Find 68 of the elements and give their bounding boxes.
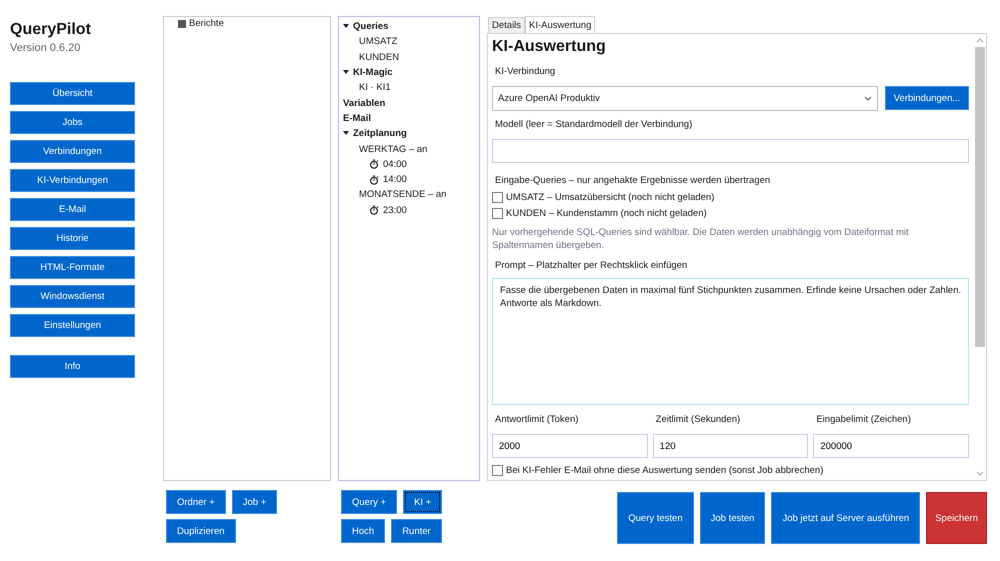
nav-button[interactable]: E-Mail [10, 198, 135, 221]
limit-field[interactable]: 2000 [492, 434, 648, 458]
nav-button[interactable]: HTML-Formate [10, 256, 135, 279]
query-checkbox[interactable]: KUNDEN – Kundenstamm (noch nicht geladen) [492, 205, 969, 221]
nav-button[interactable]: Verbindungen [10, 140, 135, 163]
tree-group[interactable]: E-Mail [343, 112, 371, 124]
toolbar-button[interactable]: Duplizieren [166, 519, 236, 543]
action-button[interactable]: Query testen [617, 492, 694, 544]
action-button[interactable]: Job jetzt auf Server ausführen [771, 492, 920, 544]
chevron-up-icon[interactable] [976, 38, 984, 43]
toolbar-button[interactable]: KI + [403, 490, 442, 514]
expand-arrow-icon[interactable] [343, 70, 349, 76]
nav-button[interactable]: Übersicht [10, 82, 135, 105]
connection-dropdown[interactable]: Azure OpenAI Produktiv [492, 86, 878, 111]
info-button[interactable]: Info [10, 355, 135, 378]
stopwatch-icon [369, 174, 379, 185]
limit-field[interactable]: 200000 [813, 434, 970, 458]
stopwatch-icon [369, 159, 379, 170]
app-title: QueryPilot [10, 21, 92, 39]
stopwatch-icon [369, 205, 379, 216]
nav-button[interactable]: Historie [10, 227, 135, 250]
field-label: Eingabelimit (Zeichen) [815, 414, 912, 427]
expand-arrow-icon[interactable] [343, 24, 349, 30]
tree-item[interactable]: 04:00 [383, 158, 407, 170]
tree-item[interactable]: WERKTAG – an [359, 144, 428, 155]
model-field[interactable] [492, 139, 969, 163]
folder-icon [178, 20, 186, 28]
version-label: Version 0.6.20 [10, 42, 82, 54]
tree-group[interactable]: Variablen [343, 98, 386, 109]
field-label: Prompt – Platzhalter per Rechtsklick einfügen [494, 260, 688, 273]
tree-item[interactable]: UMSATZ [359, 36, 398, 48]
chevron-down-icon[interactable] [976, 471, 984, 476]
section-heading: KI-Auswertung [492, 38, 607, 56]
tree-item[interactable]: 23:00 [383, 204, 407, 216]
toolbar-button[interactable]: Ordner + [166, 490, 226, 514]
prompt-field[interactable]: Fasse die übergebenen Daten in maximal fünf Stichpunkten zusammen. Erfinde keine Ursachen oder Zahlen. Antworte als Markdown. [492, 278, 969, 405]
nav-button[interactable]: Jobs [10, 111, 135, 134]
tree-item[interactable]: Berichte [178, 18, 316, 29]
tree-item[interactable]: MONATSENDE – an [359, 189, 446, 200]
action-button[interactable]: Job testen [700, 492, 766, 544]
field-label: Antwortlimit (Token) [494, 414, 580, 427]
field-label: Modell (leer = Standardmodell der Verbindung) [494, 119, 694, 132]
toolbar-button[interactable]: Query + [341, 490, 398, 514]
toolbar-button[interactable]: Job + [232, 490, 278, 514]
chevron-down-icon [864, 96, 872, 101]
field-label: Zeitlimit (Sekunden) [654, 414, 742, 427]
tree-item[interactable]: 14:00 [383, 174, 407, 186]
tree-item[interactable]: KUNDEN [359, 52, 400, 63]
field-label: KI-Verbindung [494, 66, 556, 79]
tree-item[interactable]: KI · KI1 [359, 82, 391, 94]
tree-group[interactable]: KI-Magic [353, 67, 393, 78]
field-label: Eingabe-Queries – nur angehakte Ergebnisse werden übertragen [494, 175, 772, 188]
hint-text: Nur vorhergehende SQL-Queries sind wählbar. Die Daten werden unabhängig vom Dateiformat mit Spaltennamen übergeben. [492, 226, 910, 252]
fallback-checkbox[interactable]: Bei KI-Fehler E-Mail ohne diese Auswertung senden (sonst Job abbrechen) [492, 462, 969, 478]
expand-arrow-icon[interactable] [343, 131, 349, 136]
tree-group[interactable]: Queries [353, 21, 388, 32]
tree-group[interactable]: Zeitplanung [353, 128, 407, 140]
nav-button[interactable]: Windowsdienst [10, 285, 135, 308]
toolbar-button[interactable]: Runter [391, 519, 442, 543]
limit-field[interactable]: 120 [652, 434, 808, 458]
query-checkbox[interactable]: UMSATZ – Umsatzübersicht (noch nicht geladen) [492, 189, 969, 205]
tab[interactable]: KI-Auswertung [525, 16, 596, 33]
action-button[interactable]: Speichern [926, 492, 987, 544]
toolbar-button[interactable]: Hoch [341, 519, 386, 543]
connections-button[interactable]: Verbindungen... [885, 86, 969, 110]
nav-button[interactable]: Einstellungen [10, 314, 135, 337]
nav-button[interactable]: KI-Verbindungen [10, 169, 135, 192]
tab[interactable]: Details [488, 17, 526, 33]
